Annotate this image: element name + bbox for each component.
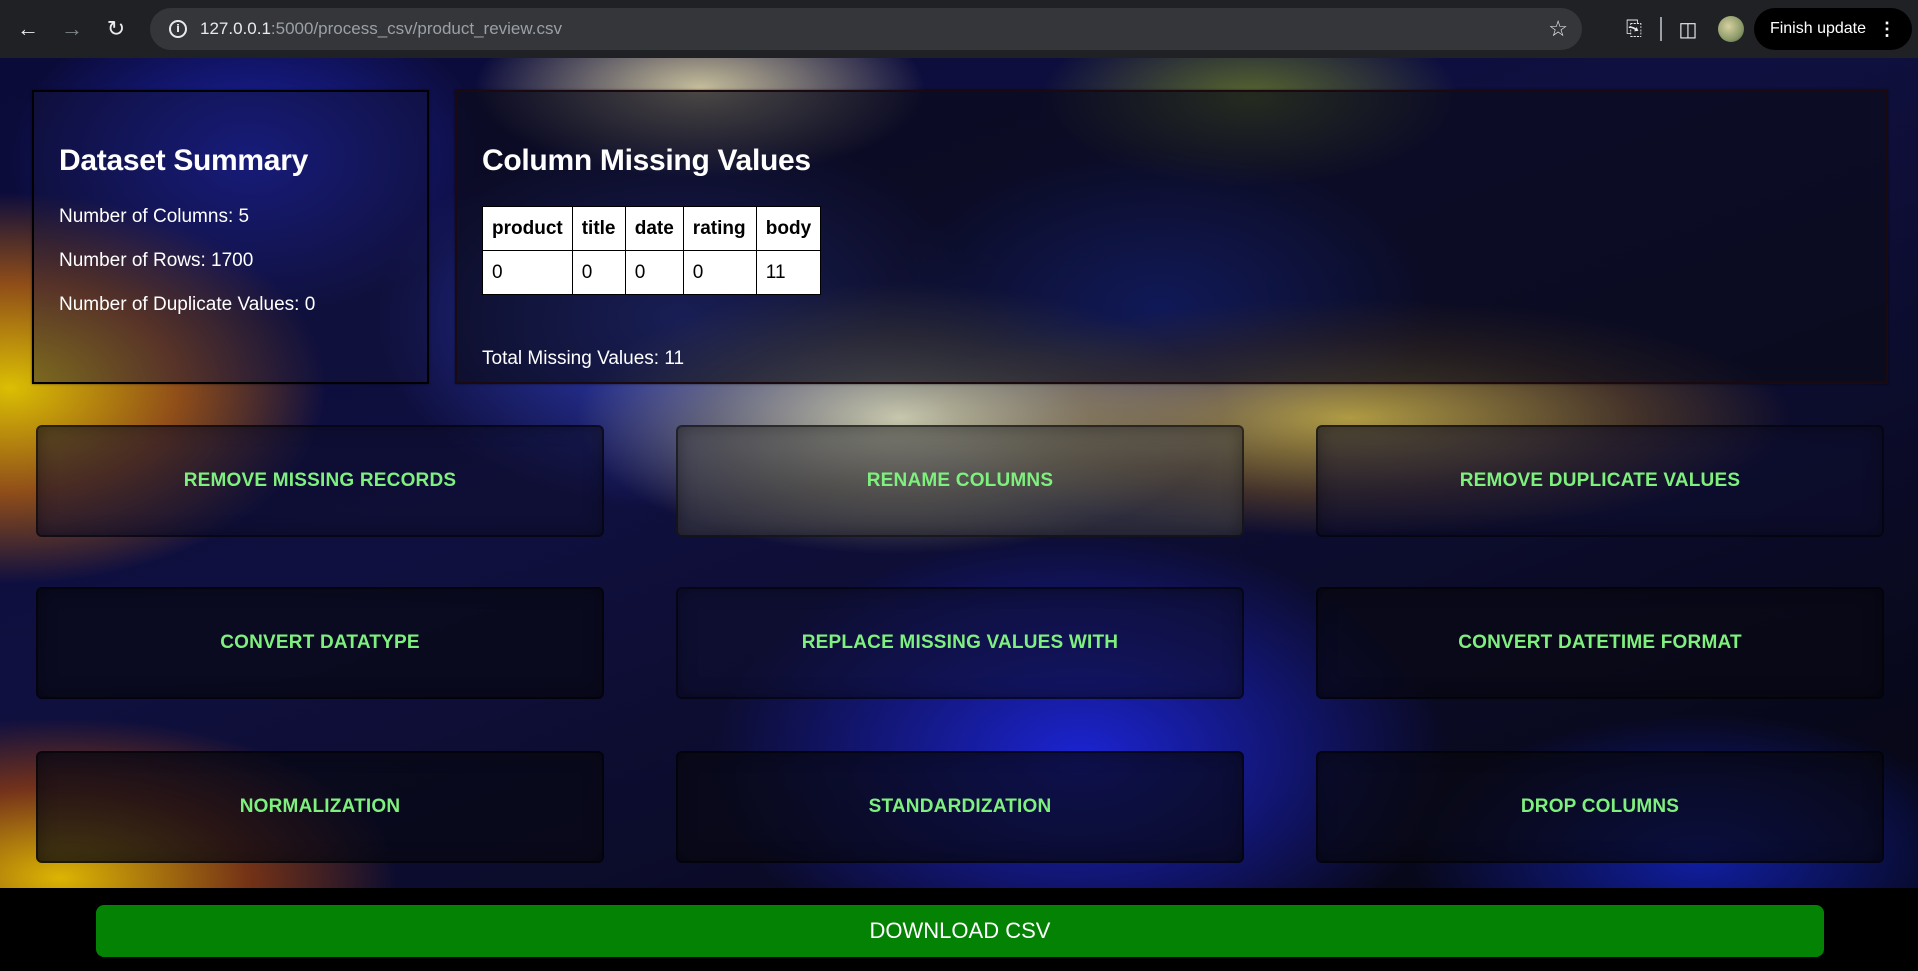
convert-datatype-button[interactable]: CONVERT DATATYPE bbox=[36, 587, 604, 699]
header-body: body bbox=[755, 206, 822, 251]
profile-avatar[interactable] bbox=[1717, 16, 1744, 42]
value-body: 11 bbox=[755, 250, 822, 295]
header-rating: rating bbox=[682, 206, 757, 251]
finish-update-label: Finish update bbox=[1769, 20, 1866, 37]
convert-datetime-format-button[interactable]: CONVERT DATETIME FORMAT bbox=[1316, 587, 1884, 699]
duplicates-count: Number of Duplicate Values: 0 bbox=[59, 294, 316, 315]
drop-columns-button[interactable]: DROP COLUMNS bbox=[1316, 751, 1884, 863]
table-row: 0 0 0 0 11 bbox=[482, 250, 822, 295]
header-product: product bbox=[482, 206, 573, 251]
value-title: 0 bbox=[571, 250, 626, 295]
reload-icon[interactable]: ↻ bbox=[94, 7, 138, 51]
site-info-icon[interactable]: i bbox=[158, 8, 198, 50]
normalization-button[interactable]: NORMALIZATION bbox=[36, 751, 604, 863]
value-rating: 0 bbox=[682, 250, 757, 295]
address-bar[interactable]: i 127.0.0.1:5000/process_csv/product_rev… bbox=[150, 8, 1582, 50]
columns-count: Number of Columns: 5 bbox=[59, 206, 250, 227]
standardization-button[interactable]: STANDARDIZATION bbox=[676, 751, 1244, 863]
bookmark-star-icon[interactable]: ☆ bbox=[1548, 16, 1568, 42]
header-date: date bbox=[624, 206, 684, 251]
url-host: 127.0.0.1 bbox=[200, 19, 271, 38]
page-content: Dataset Summary Number of Columns: 5 Num… bbox=[0, 58, 1918, 971]
value-product: 0 bbox=[482, 250, 573, 295]
finish-update-button[interactable]: Finish update ⋮ bbox=[1753, 8, 1912, 50]
missing-title: Column Missing Values bbox=[482, 144, 811, 177]
remove-missing-records-button[interactable]: REMOVE MISSING RECORDS bbox=[36, 425, 604, 537]
total-missing: Total Missing Values: 11 bbox=[482, 348, 685, 369]
browser-toolbar: ← → ↻ i 127.0.0.1:5000/process_csv/produ… bbox=[0, 0, 1918, 58]
menu-dots-icon[interactable]: ⋮ bbox=[1878, 19, 1896, 40]
remove-duplicate-values-button[interactable]: REMOVE DUPLICATE VALUES bbox=[1316, 425, 1884, 537]
table-header-row: product title date rating body bbox=[482, 206, 822, 251]
back-icon[interactable]: ← bbox=[6, 7, 50, 51]
summary-title: Dataset Summary bbox=[59, 144, 308, 177]
extensions-icon[interactable]: ⎘ bbox=[1614, 8, 1654, 50]
dataset-summary-card: Dataset Summary Number of Columns: 5 Num… bbox=[32, 90, 429, 384]
toolbar-divider bbox=[1659, 17, 1662, 41]
forward-icon[interactable]: → bbox=[50, 7, 94, 51]
value-date: 0 bbox=[624, 250, 684, 295]
url-path: :5000/process_csv/product_review.csv bbox=[270, 19, 562, 38]
rename-columns-button[interactable]: RENAME COLUMNS bbox=[676, 425, 1244, 537]
header-title: title bbox=[571, 206, 626, 251]
side-panel-icon[interactable]: ◫ bbox=[1668, 8, 1708, 50]
url-text[interactable]: 127.0.0.1:5000/process_csv/product_revie… bbox=[200, 19, 562, 39]
rows-count: Number of Rows: 1700 bbox=[59, 250, 254, 271]
replace-missing-values-button[interactable]: REPLACE MISSING VALUES WITH bbox=[676, 587, 1244, 699]
missing-values-card: Column Missing Values product title date… bbox=[455, 90, 1888, 384]
download-csv-button[interactable]: DOWNLOAD CSV bbox=[96, 905, 1824, 957]
missing-values-table: product title date rating body 0 0 0 0 1… bbox=[482, 206, 822, 295]
